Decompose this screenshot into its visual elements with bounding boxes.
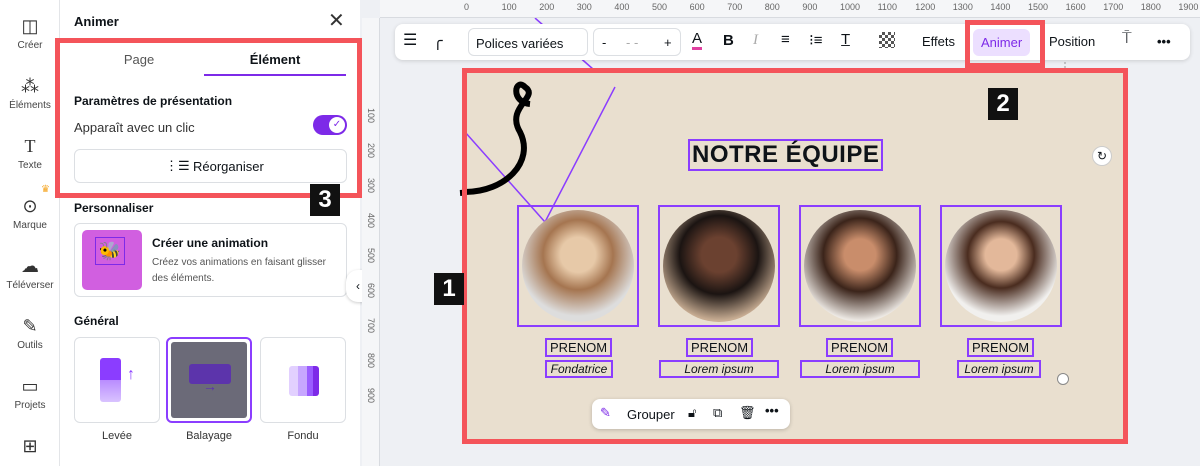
- ruler-tick: 600: [366, 283, 376, 299]
- bullet-list-icon[interactable]: ⁝≡: [809, 31, 823, 49]
- upload-icon: ☁: [21, 256, 39, 276]
- spacing-icon[interactable]: T̲: [841, 31, 850, 48]
- ruler-tick: 400: [366, 213, 376, 229]
- ruler-tick: 1200: [915, 2, 936, 12]
- ruler-tick: 1700: [1103, 2, 1124, 12]
- step-badge-2: 2: [988, 88, 1018, 120]
- animation-rise[interactable]: ↑: [74, 337, 160, 423]
- ruler-tick: 1100: [877, 2, 897, 12]
- ruler-tick: 700: [366, 318, 376, 334]
- customize-heading: Personnaliser: [74, 201, 154, 215]
- bee-illustration: 🐝: [82, 230, 142, 290]
- ruler-tick: 900: [366, 388, 376, 404]
- highlight-box-1: [462, 68, 1128, 444]
- apps-icon: ⊞: [22, 436, 38, 456]
- animation-fade[interactable]: [260, 337, 346, 423]
- fade-icon: [289, 366, 319, 396]
- brand-icon: ⊙: [22, 196, 38, 216]
- line-weight-icon[interactable]: ☰: [403, 30, 417, 50]
- animation-pan-selected[interactable]: →: [166, 337, 252, 423]
- ruler-tick: 0: [464, 2, 470, 12]
- increase-size-button[interactable]: +: [664, 35, 672, 50]
- decrease-size-button[interactable]: -: [602, 35, 606, 50]
- effects-button[interactable]: Effets: [922, 34, 955, 49]
- rail-tools[interactable]: ✎ Outils: [0, 316, 60, 351]
- folder-icon: ▭: [21, 376, 39, 396]
- close-icon[interactable]: ✕: [328, 8, 345, 33]
- element-toolbar: ☰ ╭ Polices variées - - - + A B I ≡ ⁝≡ T…: [395, 24, 1190, 60]
- ruler-tick: 1800: [1140, 2, 1161, 12]
- ruler-tick: 1900: [1178, 2, 1199, 12]
- font-select[interactable]: Polices variées: [468, 28, 588, 56]
- font-size-value[interactable]: - -: [626, 35, 638, 50]
- rail-create[interactable]: ◫ Créer: [0, 16, 60, 51]
- left-rail: ◫ Créer ⁂ Éléments T Texte ⊙ Marque ♛ ☁ Télév…: [0, 0, 60, 466]
- ruler-tick: 800: [764, 2, 780, 12]
- create-animation-card[interactable]: 🐝 Créer une animation Créez vos animatio…: [74, 223, 347, 297]
- position-button[interactable]: Position: [1049, 34, 1095, 49]
- font-size-stepper[interactable]: - - - +: [593, 28, 681, 56]
- step-badge-3: 3: [310, 184, 340, 216]
- ruler-tick: 300: [576, 2, 592, 12]
- step-badge-1: 1: [434, 273, 464, 305]
- highlight-box-2: [965, 20, 1045, 68]
- shapes-icon: ⁂: [21, 76, 39, 96]
- ruler-tick: 1000: [840, 2, 861, 12]
- paint-roller-icon[interactable]: ⍑: [1122, 30, 1132, 48]
- ruler-tick: 800: [366, 353, 376, 369]
- ruler-tick: 100: [366, 108, 376, 124]
- ruler-tick: 1500: [1028, 2, 1049, 12]
- corner-icon[interactable]: ╭: [433, 31, 443, 51]
- layout-icon: ◫: [21, 16, 39, 36]
- more-options-icon[interactable]: •••: [1157, 34, 1171, 49]
- rise-icon: [100, 358, 121, 402]
- text-icon: T: [24, 136, 36, 156]
- ruler-tick: 300: [366, 178, 376, 194]
- rail-upload[interactable]: ☁ Téléverser: [0, 256, 60, 291]
- highlight-box-3: [55, 38, 362, 198]
- ruler-tick: 600: [689, 2, 705, 12]
- ruler-tick: 700: [727, 2, 743, 12]
- crown-icon: ♛: [41, 184, 50, 195]
- align-center-icon[interactable]: ≡: [781, 31, 790, 48]
- rail-elements[interactable]: ⁂ Éléments: [0, 76, 60, 111]
- ruler-tick: 200: [366, 143, 376, 159]
- rail-projects[interactable]: ▭ Projets: [0, 376, 60, 411]
- ruler-tick: 1400: [990, 2, 1011, 12]
- ruler-left: 100 200 300 400 500 600 700 800 900: [362, 18, 380, 466]
- general-heading: Général: [74, 314, 119, 328]
- tools-icon: ✎: [22, 316, 38, 336]
- ruler-tick: 500: [652, 2, 668, 12]
- ruler-tick: 500: [366, 248, 376, 264]
- panel-title: Animer: [74, 14, 119, 29]
- transparency-icon[interactable]: [879, 32, 895, 48]
- text-color-icon[interactable]: A: [692, 30, 703, 50]
- ruler-tick: 1300: [952, 2, 973, 12]
- bold-icon[interactable]: B: [723, 32, 734, 49]
- rail-brand[interactable]: ⊙ Marque: [0, 196, 60, 231]
- ruler-top: 0 100 200 300 400 500 600 700 800 900 1000 1100 1200…: [380, 0, 1200, 18]
- ruler-tick: 200: [539, 2, 555, 12]
- ruler-tick: 1600: [1065, 2, 1086, 12]
- rail-text[interactable]: T Texte: [0, 136, 60, 171]
- ruler-tick: 900: [802, 2, 818, 12]
- ruler-tick: 100: [501, 2, 517, 12]
- italic-icon[interactable]: I: [753, 32, 758, 49]
- rail-apps[interactable]: ⊞: [0, 436, 60, 460]
- ruler-tick: 400: [614, 2, 630, 12]
